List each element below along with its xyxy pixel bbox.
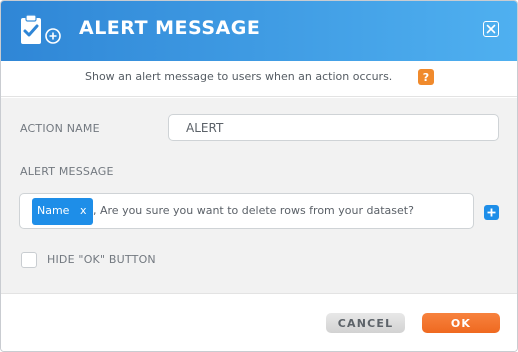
alert-message-text: , Are you sure you want to delete rows f… [93,204,414,217]
chip-label: Name [37,204,70,217]
ok-button[interactable]: OK [422,313,500,333]
alert-message-dialog: ALERT MESSAGE Show an alert message to u… [0,0,518,352]
close-button[interactable] [483,21,499,37]
dialog-footer: CANCEL OK [1,295,517,351]
action-name-input[interactable] [168,114,499,141]
action-name-label: ACTION NAME [20,122,100,135]
cancel-button[interactable]: CANCEL [326,313,405,333]
description-text: Show an alert message to users when an a… [85,70,393,83]
clipboard-check-add-icon [15,13,63,49]
dialog-header: ALERT MESSAGE [1,1,517,61]
dialog-body: ACTION NAME ALERT MESSAGE Name x , Are y… [1,98,517,294]
chip-remove-button[interactable]: x [80,204,87,217]
alert-message-editor[interactable]: Name x , Are you sure you want to delete… [19,193,474,229]
plus-icon [487,208,496,217]
dialog-title: ALERT MESSAGE [79,17,261,39]
add-field-button[interactable] [484,205,499,220]
hide-ok-checkbox[interactable] [21,252,37,268]
description-bar: Show an alert message to users when an a… [1,61,517,97]
alert-message-label: ALERT MESSAGE [20,165,114,178]
help-button[interactable]: ? [418,69,434,85]
close-icon [486,24,496,34]
name-token-chip[interactable]: Name x [32,198,93,225]
hide-ok-label: HIDE "OK" BUTTON [47,253,156,266]
